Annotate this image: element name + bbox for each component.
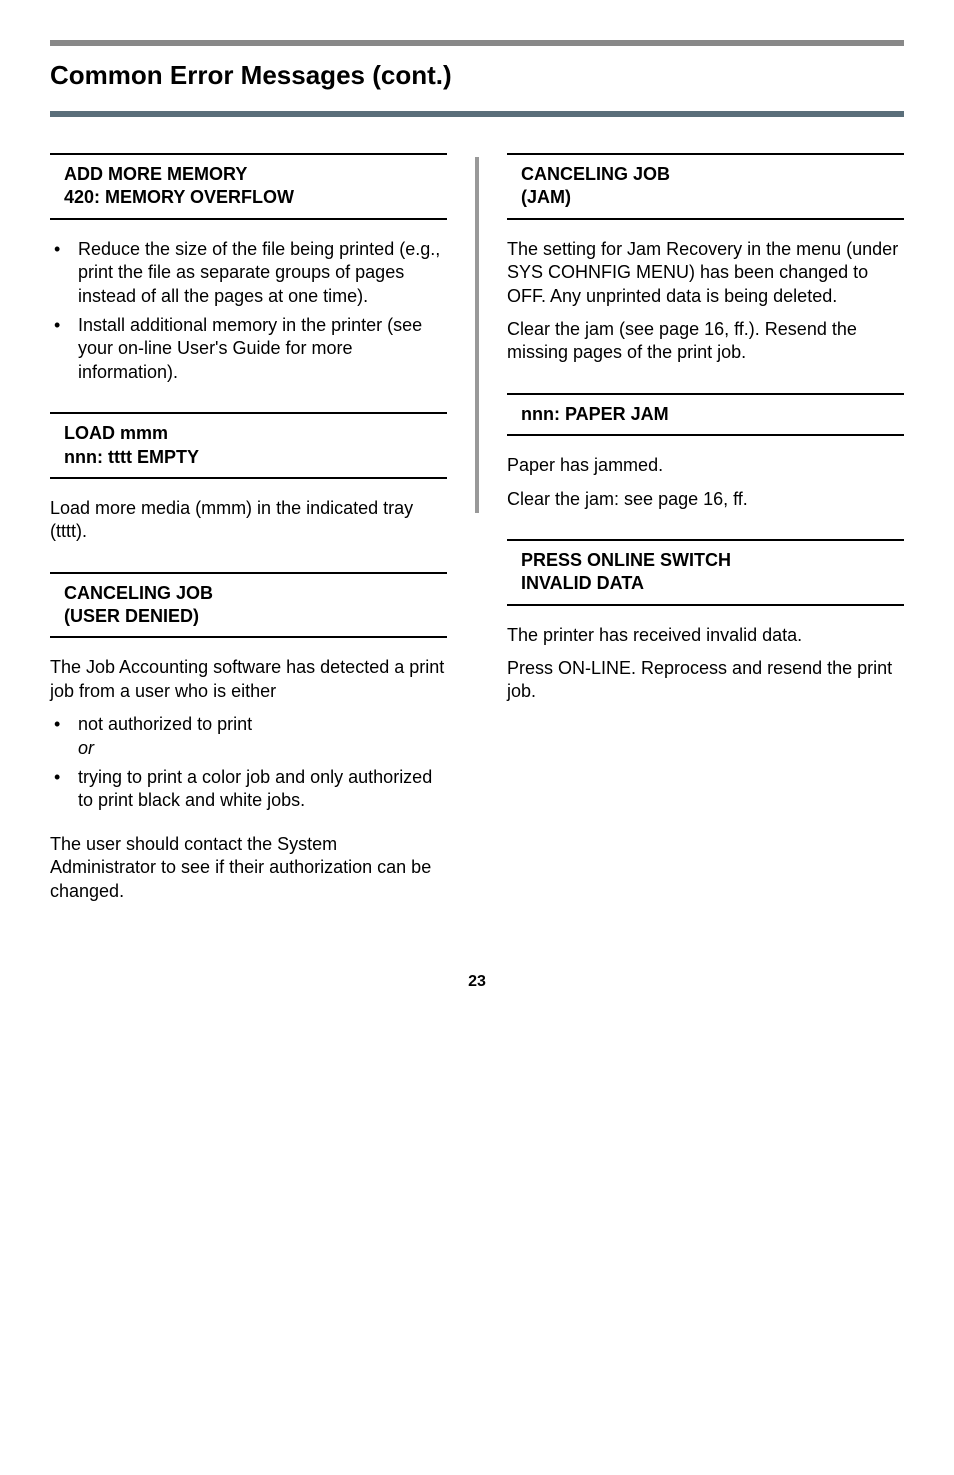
- heading-line: nnn: PAPER JAM: [521, 403, 904, 426]
- paragraph: The Job Accounting software has detected…: [50, 656, 447, 703]
- heading-line: LOAD mmm: [64, 422, 447, 445]
- paragraph: The printer has received invalid data.: [507, 624, 904, 647]
- document-page: Common Error Messages (cont.) ADD MORE M…: [0, 0, 954, 1021]
- list-item: Reduce the size of the file being printe…: [50, 238, 447, 308]
- heading-line: INVALID DATA: [521, 572, 904, 595]
- paragraph: Press ON-LINE. Reprocess and resend the …: [507, 657, 904, 704]
- left-column: ADD MORE MEMORY 420: MEMORY OVERFLOW Red…: [50, 153, 475, 913]
- section-heading: ADD MORE MEMORY 420: MEMORY OVERFLOW: [50, 153, 447, 220]
- section-heading: LOAD mmm nnn: tttt EMPTY: [50, 412, 447, 479]
- section-heading: CANCELING JOB (USER DENIED): [50, 572, 447, 639]
- section-heading: CANCELING JOB (JAM): [507, 153, 904, 220]
- heading-line: PRESS ONLINE SWITCH: [521, 549, 904, 572]
- paragraph: Load more media (mmm) in the indicated t…: [50, 497, 447, 544]
- top-rule: [50, 40, 904, 46]
- list-item: not authorized to print or: [50, 713, 447, 760]
- list-item: trying to print a color job and only aut…: [50, 766, 447, 813]
- bullet-list: Reduce the size of the file being printe…: [50, 238, 447, 384]
- heading-line: CANCELING JOB: [64, 582, 447, 605]
- list-item: Install additional memory in the printer…: [50, 314, 447, 384]
- list-item-or: or: [78, 738, 94, 758]
- section-heading: nnn: PAPER JAM: [507, 393, 904, 436]
- heading-line: 420: MEMORY OVERFLOW: [64, 186, 447, 209]
- paragraph: The user should contact the System Admin…: [50, 833, 447, 903]
- section-heading: PRESS ONLINE SWITCH INVALID DATA: [507, 539, 904, 606]
- bullet-list: not authorized to print or trying to pri…: [50, 713, 447, 813]
- paragraph: Paper has jammed.: [507, 454, 904, 477]
- heading-line: (JAM): [521, 186, 904, 209]
- list-item-text: not authorized to print: [78, 714, 252, 734]
- heading-line: (USER DENIED): [64, 605, 447, 628]
- paragraph: Clear the jam: see page 16, ff.: [507, 488, 904, 511]
- heading-line: ADD MORE MEMORY: [64, 163, 447, 186]
- page-number: 23: [50, 973, 904, 991]
- paragraph: Clear the jam (see page 16, ff.). Resend…: [507, 318, 904, 365]
- paragraph: The setting for Jam Recovery in the menu…: [507, 238, 904, 308]
- heading-line: CANCELING JOB: [521, 163, 904, 186]
- title-underline: [50, 111, 904, 117]
- heading-line: nnn: tttt EMPTY: [64, 446, 447, 469]
- page-title: Common Error Messages (cont.): [50, 60, 904, 91]
- right-column: CANCELING JOB (JAM) The setting for Jam …: [479, 153, 904, 913]
- two-column-layout: ADD MORE MEMORY 420: MEMORY OVERFLOW Red…: [50, 153, 904, 913]
